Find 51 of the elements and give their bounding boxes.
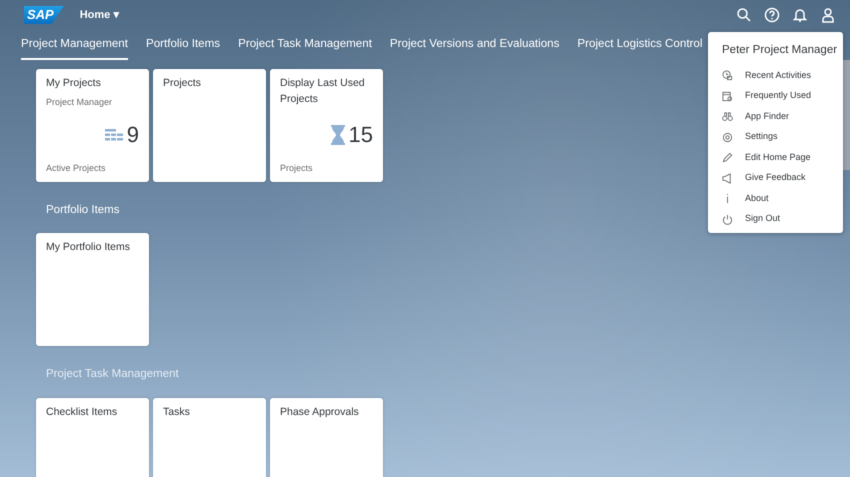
home-menu-button[interactable]: Home ▾ — [80, 6, 120, 24]
app-tile[interactable]: Phase Approvals — [270, 398, 383, 477]
list-icon — [104, 128, 123, 140]
app-tile[interactable]: Projects — [153, 69, 266, 182]
app-tile[interactable]: Display Last Used Projects 15 Projects — [270, 69, 383, 182]
menu-item[interactable]: Give Feedback — [708, 168, 843, 188]
tile-title: Phase Approvals — [280, 404, 360, 420]
menu-item-icon — [722, 90, 733, 102]
menu-item-icon — [722, 152, 733, 163]
app-tile[interactable]: Checklist Items — [36, 398, 149, 477]
tile-title: My Portfolio Items — [46, 240, 132, 256]
menu-item[interactable]: Edit Home Page — [708, 147, 843, 168]
tab[interactable]: Project Management — [21, 30, 128, 60]
menu-item[interactable]: Recent Activities — [708, 65, 843, 86]
menu-item[interactable]: About — [708, 188, 843, 209]
tile-number: 9 — [126, 124, 139, 146]
tab[interactable]: Portfolio Items — [146, 30, 220, 60]
section-title: Project Task Management — [46, 367, 179, 382]
tile-title: Tasks — [163, 404, 191, 420]
menu-item[interactable]: App Finder — [708, 106, 843, 127]
section-title: Portfolio Items — [46, 203, 120, 218]
tile-title: Projects — [163, 76, 202, 91]
app-tile[interactable]: My Projects Project Manager 9 Active Projects — [36, 69, 149, 182]
menu-item[interactable]: Settings — [708, 126, 843, 148]
search-icon[interactable] — [736, 7, 752, 23]
app-tile[interactable]: My Portfolio Items — [36, 233, 149, 346]
tile-footer: Active Projects — [46, 162, 139, 175]
scrollbar[interactable] — [843, 60, 850, 170]
menu-item-icon — [722, 70, 733, 81]
hourglass-icon — [330, 124, 345, 144]
tab[interactable]: Project Task Management — [238, 30, 372, 60]
tile-subtitle: Project Manager — [46, 96, 114, 109]
notification-bell-icon[interactable] — [792, 7, 808, 23]
user-name: Peter Project Manager — [721, 43, 838, 58]
tile-title: Checklist Items — [46, 404, 118, 420]
menu-item-icon — [722, 172, 733, 184]
tab[interactable]: Project Versions and Evaluations — [390, 30, 560, 60]
tile-footer: Projects — [280, 162, 373, 175]
user-icon[interactable] — [820, 7, 836, 23]
app-tile[interactable]: Tasks — [153, 398, 266, 477]
menu-item-icon — [722, 132, 733, 142]
tile-title: My Projects — [46, 76, 102, 91]
menu-item-icon — [722, 111, 733, 122]
tile-number: 15 — [348, 124, 373, 146]
tab[interactable]: Project Logistics Control — [577, 30, 702, 60]
menu-item[interactable]: Sign Out — [708, 208, 843, 230]
menu-item[interactable]: Frequently Used — [708, 86, 843, 106]
tile-title: Display Last Used Projects — [280, 76, 366, 107]
help-icon[interactable] — [764, 7, 780, 23]
logo[interactable]: SAP — [24, 6, 64, 24]
menu-item-icon — [722, 214, 733, 224]
